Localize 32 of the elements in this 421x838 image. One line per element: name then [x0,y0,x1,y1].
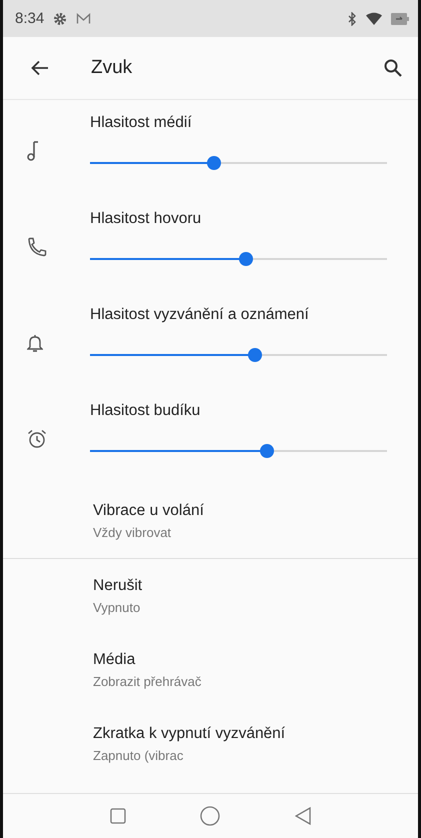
phone-icon [27,237,47,257]
slider-thumb[interactable] [207,156,222,170]
setting-summary: Vypnuto [93,600,140,615]
bluetooth-icon [347,12,357,26]
setting-title[interactable]: Nerušit [93,577,142,595]
music-note-icon [27,141,39,161]
slider-label: Hlasitost hovoru [90,210,202,228]
mail-icon [76,12,92,24]
slider-label: Hlasitost médií [90,114,192,132]
square-recents-icon[interactable] [110,808,126,824]
setting-summary: Zapnuto (vibrac [93,748,184,763]
alarm-clock-icon [27,429,47,449]
slider-label: Hlasitost vyzvánění a oznámení [90,306,309,324]
search-icon[interactable] [384,59,402,77]
circle-home-icon[interactable] [200,806,220,826]
slider-thumb[interactable] [238,252,252,266]
bell-icon [27,334,43,352]
setting-title[interactable]: Média [93,651,136,669]
slider-label: Hlasitost budíku [90,402,200,420]
wifi-icon [366,12,382,25]
slider-thumb[interactable] [248,348,262,362]
status-time: 8:34 [15,10,44,27]
setting-title[interactable]: Zkratka k vypnutí vyzvánění [93,725,286,743]
setting-summary: Vždy vibrovat [93,525,172,540]
triangle-back-icon[interactable] [294,807,311,825]
slider-thumb[interactable] [260,444,274,458]
back-arrow-icon[interactable] [31,60,49,76]
battery-icon [391,12,409,24]
setting-summary: Zobrazit přehrávač [93,674,202,689]
screen-title: Zvuk [91,57,132,79]
setting-title[interactable]: Vibrace u volání [93,502,204,520]
gear-icon [53,12,68,26]
